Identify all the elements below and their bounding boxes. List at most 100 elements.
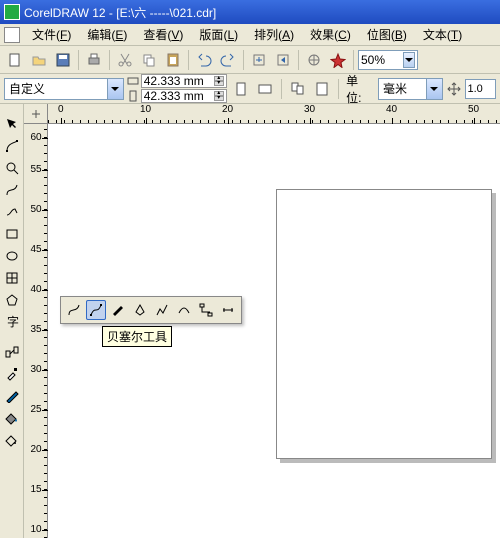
unit-combo[interactable]: 毫米 — [378, 78, 443, 100]
ruler-h-tick: 0 — [58, 104, 64, 124]
paper-preset-value: 自定义 — [9, 80, 107, 97]
ruler-h-tick: 40 — [386, 104, 397, 124]
dimension-tool[interactable] — [218, 300, 238, 320]
menu-view[interactable]: 查看(V) — [135, 25, 191, 45]
ruler-v-tick: 50 — [24, 204, 48, 215]
separator — [353, 50, 354, 70]
toolbox: 字 — [0, 104, 24, 538]
ruler-v-tick: 55 — [24, 164, 48, 175]
page-height-field[interactable]: 42.333 mm▴▾ — [141, 89, 227, 103]
corel-online-button[interactable] — [327, 49, 349, 71]
3point-curve-tool[interactable] — [174, 300, 194, 320]
undo-button[interactable] — [193, 49, 215, 71]
pick-tool[interactable] — [2, 114, 22, 134]
page-width-field[interactable]: 42.333 mm▴▾ — [141, 74, 227, 88]
menu-effects[interactable]: 效果(C) — [302, 25, 359, 45]
titlebar: CorelDRAW 12 - [E:\六 -----\021.cdr] — [0, 0, 500, 24]
zoom-tool[interactable] — [2, 158, 22, 178]
menu-edit[interactable]: 编辑(E) — [79, 25, 135, 45]
unit-value: 毫米 — [383, 80, 426, 97]
artistic-media-tool[interactable] — [108, 300, 128, 320]
portrait-button[interactable] — [230, 78, 252, 100]
page-rectangle — [276, 189, 492, 459]
dropdown-icon[interactable] — [426, 79, 442, 99]
interactive-fill-tool[interactable] — [2, 430, 22, 450]
freehand-tool[interactable] — [64, 300, 84, 320]
nudge-icon — [446, 81, 462, 97]
separator — [298, 50, 299, 70]
dropdown-icon[interactable] — [107, 79, 123, 99]
zoom-combo[interactable]: 50% — [358, 50, 418, 70]
ruler-v-tick: 60 — [24, 132, 48, 143]
standard-toolbar: 50% — [0, 46, 500, 74]
property-bar: 自定义 42.333 mm▴▾ 42.333 mm▴▾ 单位: 毫米 1.0 — [0, 74, 500, 104]
ruler-h-tick: 20 — [222, 104, 233, 124]
menubar: 文件(F) 编辑(E) 查看(V) 版面(L) 排列(A) 效果(C) 位图(B… — [0, 24, 500, 46]
print-button[interactable] — [83, 49, 105, 71]
text-tool[interactable]: 字 — [2, 312, 22, 332]
ruler-origin[interactable] — [24, 104, 48, 124]
all-pages-button[interactable] — [287, 78, 309, 100]
zoom-dropdown-icon[interactable] — [403, 52, 415, 68]
current-page-button[interactable] — [312, 78, 334, 100]
nudge-field[interactable]: 1.0 — [465, 79, 497, 99]
shape-tool[interactable] — [2, 136, 22, 156]
zoom-value: 50% — [361, 53, 385, 67]
copy-button[interactable] — [138, 49, 160, 71]
separator — [243, 50, 244, 70]
ruler-h-tick: 50 — [468, 104, 479, 124]
canvas-area[interactable]: 0 10 20 30 40 50 60 55 50 45 40 35 30 25… — [24, 104, 500, 538]
menu-layout[interactable]: 版面(L) — [191, 25, 246, 45]
import-button[interactable] — [248, 49, 270, 71]
app-icon — [4, 4, 20, 20]
ruler-v-tick: 15 — [24, 484, 48, 495]
ruler-horizontal[interactable]: 0 10 20 30 40 50 — [48, 104, 500, 124]
menu-file[interactable]: 文件(F) — [24, 25, 79, 45]
document-icon[interactable] — [4, 27, 20, 43]
curve-tool[interactable] — [2, 180, 22, 200]
ruler-v-tick: 25 — [24, 404, 48, 415]
ruler-v-tick: 35 — [24, 324, 48, 335]
polyline-tool[interactable] — [152, 300, 172, 320]
bezier-tool[interactable] — [86, 300, 106, 320]
smart-draw-tool[interactable] — [2, 202, 22, 222]
svg-text:字: 字 — [7, 315, 19, 329]
paper-preset-combo[interactable]: 自定义 — [4, 78, 124, 100]
interactive-blend-tool[interactable] — [2, 342, 22, 362]
ruler-h-tick: 10 — [140, 104, 151, 124]
rectangle-tool[interactable] — [2, 224, 22, 244]
fill-tool[interactable] — [2, 408, 22, 428]
cut-button[interactable] — [114, 49, 136, 71]
paste-button[interactable] — [162, 49, 184, 71]
separator — [78, 50, 79, 70]
outline-tool[interactable] — [2, 386, 22, 406]
unit-label: 单位: — [346, 72, 373, 106]
basic-shapes-tool[interactable] — [2, 290, 22, 310]
ruler-v-tick: 20 — [24, 444, 48, 455]
landscape-button[interactable] — [254, 78, 276, 100]
separator — [338, 79, 339, 99]
menu-text[interactable]: 文本(T) — [415, 25, 470, 45]
connector-tool[interactable] — [196, 300, 216, 320]
pen-tool[interactable] — [130, 300, 150, 320]
tooltip: 贝塞尔工具 — [102, 326, 172, 347]
page-size-group: 42.333 mm▴▾ 42.333 mm▴▾ — [127, 74, 227, 103]
ruler-v-tick: 40 — [24, 284, 48, 295]
graph-paper-tool[interactable] — [2, 268, 22, 288]
redo-button[interactable] — [217, 49, 239, 71]
ellipse-tool[interactable] — [2, 246, 22, 266]
menu-arrange[interactable]: 排列(A) — [246, 25, 302, 45]
menu-bitmap[interactable]: 位图(B) — [359, 25, 415, 45]
ruler-vertical[interactable]: 60 55 50 45 40 35 30 25 20 15 10 — [24, 124, 48, 538]
ruler-v-tick: 30 — [24, 364, 48, 375]
workspace: 字 0 10 20 30 40 50 60 55 50 45 40 35 30 — [0, 104, 500, 538]
export-button[interactable] — [272, 49, 294, 71]
ruler-v-tick: 45 — [24, 244, 48, 255]
open-button[interactable] — [28, 49, 50, 71]
new-button[interactable] — [4, 49, 26, 71]
curve-flyout — [60, 296, 242, 324]
app-launcher-button[interactable] — [303, 49, 325, 71]
eyedropper-tool[interactable] — [2, 364, 22, 384]
height-icon — [127, 90, 139, 102]
save-button[interactable] — [52, 49, 74, 71]
